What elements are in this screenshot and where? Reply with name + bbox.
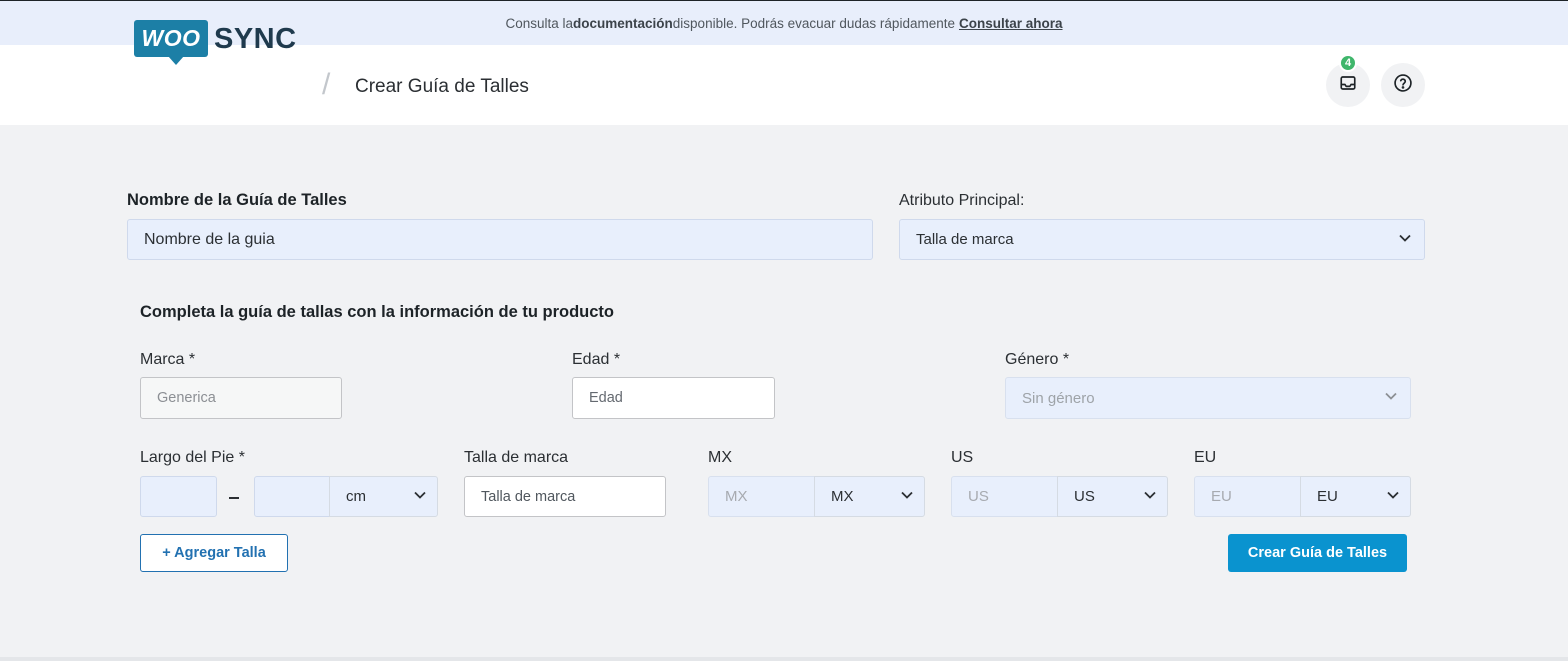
- logo-tail: [168, 56, 184, 65]
- chevron-down-icon: [1398, 231, 1412, 249]
- help-circle-icon: [1393, 73, 1413, 98]
- mx-label: MX: [708, 449, 732, 466]
- woosync-logo[interactable]: WOO SYNC: [134, 20, 304, 66]
- eu-unit-select[interactable]: EU: [1300, 476, 1411, 517]
- eu-label: EU: [1194, 449, 1217, 466]
- mx-placeholder: MX: [725, 488, 748, 505]
- largo-unit-value: cm: [346, 488, 366, 505]
- chevron-down-icon: [1384, 389, 1398, 407]
- consult-now-link[interactable]: Consultar ahora: [959, 16, 1063, 31]
- us-input[interactable]: US: [951, 476, 1058, 517]
- chevron-down-icon: [900, 488, 914, 506]
- inbox-icon: [1339, 74, 1357, 97]
- section-title: Completa la guía de tallas con la inform…: [140, 303, 614, 321]
- chevron-down-icon: [1386, 488, 1400, 506]
- footer-divider: [0, 657, 1568, 661]
- mx-unit-value: MX: [831, 488, 854, 505]
- notice-middle: disponible. Podrás evacuar dudas rápidam…: [672, 15, 955, 31]
- marca-input[interactable]: Generica: [140, 377, 342, 419]
- edad-label: Edad *: [572, 351, 621, 368]
- us-unit-value: US: [1074, 488, 1095, 505]
- logo-text: SYNC: [214, 23, 297, 55]
- largo-min-input[interactable]: [140, 476, 217, 517]
- guide-name-label: Nombre de la Guía de Talles: [127, 191, 347, 209]
- genero-select[interactable]: Sin género: [1005, 377, 1411, 419]
- notice-highlight: documentación: [573, 15, 673, 31]
- breadcrumb-separator: /: [322, 68, 331, 101]
- main-attribute-label: Atributo Principal:: [899, 192, 1025, 209]
- largo-label: Largo del Pie *: [140, 449, 245, 466]
- us-placeholder: US: [968, 488, 989, 505]
- chevron-down-icon: [1143, 488, 1157, 506]
- chevron-down-icon: [413, 488, 427, 506]
- page-title: Crear Guía de Talles: [355, 76, 529, 97]
- us-label: US: [951, 449, 974, 466]
- guide-name-input[interactable]: Nombre de la guia: [127, 219, 873, 260]
- range-dash: [229, 497, 239, 499]
- mx-unit-select[interactable]: MX: [814, 476, 925, 517]
- mx-input[interactable]: MX: [708, 476, 815, 517]
- us-unit-select[interactable]: US: [1057, 476, 1168, 517]
- eu-placeholder: EU: [1211, 488, 1232, 505]
- marca-placeholder: Generica: [157, 390, 216, 406]
- eu-input[interactable]: EU: [1194, 476, 1301, 517]
- edad-placeholder: Edad: [589, 390, 623, 406]
- logo-mark: WOO: [134, 20, 208, 57]
- add-size-button[interactable]: + Agregar Talla: [140, 534, 288, 572]
- edad-input[interactable]: Edad: [572, 377, 775, 419]
- main-attribute-value: Talla de marca: [916, 231, 1014, 248]
- talla-input[interactable]: Talla de marca: [464, 476, 666, 517]
- create-guide-button[interactable]: Crear Guía de Talles: [1228, 534, 1407, 572]
- eu-unit-value: EU: [1317, 488, 1338, 505]
- talla-placeholder: Talla de marca: [481, 488, 576, 505]
- guide-name-value: Nombre de la guia: [144, 230, 275, 248]
- main-attribute-select[interactable]: Talla de marca: [899, 219, 1425, 260]
- largo-unit-select[interactable]: cm: [329, 476, 438, 517]
- marca-label: Marca *: [140, 351, 196, 368]
- notification-badge: 4: [1339, 54, 1357, 72]
- largo-max-input[interactable]: [254, 476, 330, 517]
- talla-label: Talla de marca: [464, 449, 569, 466]
- notice-prefix: Consulta la: [505, 15, 574, 31]
- help-button[interactable]: [1381, 63, 1425, 107]
- genero-label: Género *: [1005, 351, 1070, 368]
- genero-value: Sin género: [1022, 389, 1095, 407]
